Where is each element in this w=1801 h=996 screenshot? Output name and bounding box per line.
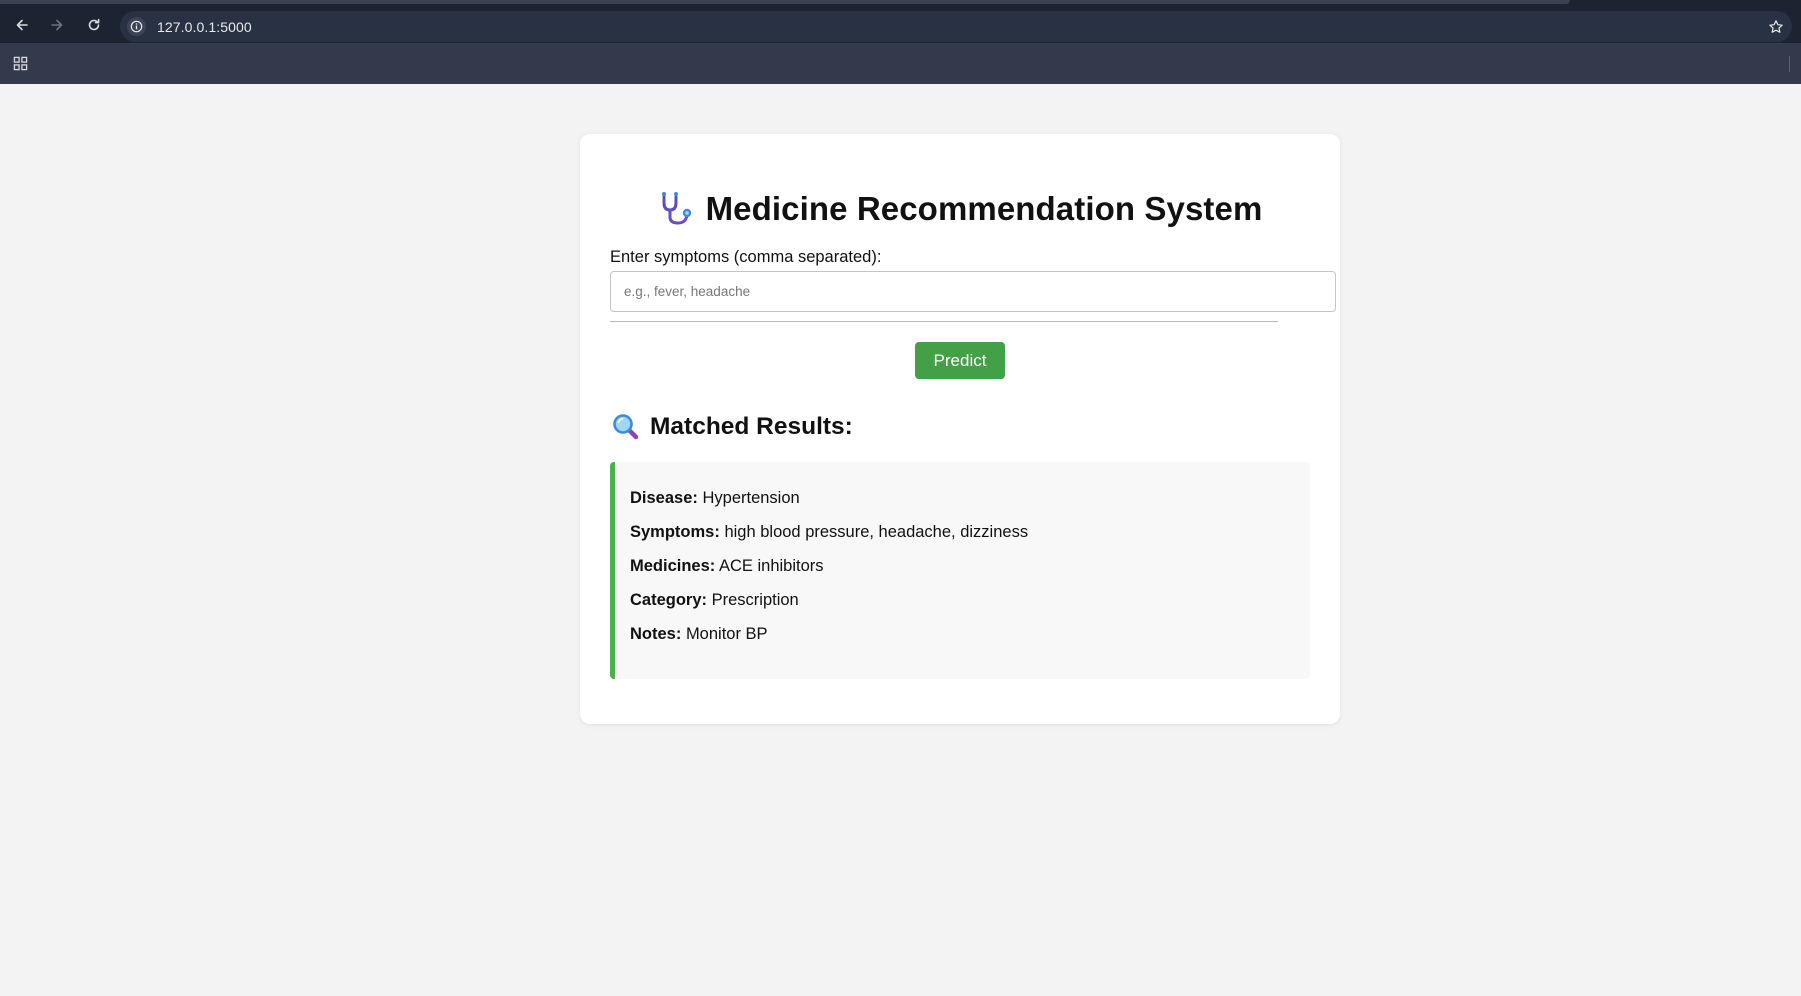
medicines-row: Medicines: ACE inhibitors xyxy=(630,557,824,576)
apps-icon[interactable] xyxy=(10,53,30,73)
disease-row: Disease: Hypertension xyxy=(630,489,800,508)
notes-label: Notes: xyxy=(630,625,682,643)
info-icon[interactable] xyxy=(127,17,146,36)
disease-label: Disease: xyxy=(630,489,698,507)
disease-value: Hypertension xyxy=(702,489,800,507)
predict-button[interactable]: Predict xyxy=(915,342,1005,379)
result-card: Disease: Hypertension Symptoms: high blo… xyxy=(610,462,1310,679)
category-label: Category: xyxy=(630,591,708,609)
bookmarks-separator xyxy=(1789,56,1790,72)
reload-icon[interactable] xyxy=(81,12,107,38)
title-row: Medicine Recommendation System xyxy=(580,190,1340,228)
address-bar[interactable]: 127.0.0.1:5000 xyxy=(120,11,1792,42)
url-text[interactable]: 127.0.0.1:5000 xyxy=(157,19,252,35)
browser-toolbar: 127.0.0.1:5000 xyxy=(0,6,1801,43)
medicines-label: Medicines: xyxy=(630,557,716,575)
browser-tab[interactable] xyxy=(0,0,1570,4)
divider xyxy=(610,321,1278,322)
symptoms-input[interactable] xyxy=(610,271,1336,312)
back-icon[interactable] xyxy=(9,12,35,38)
medicines-value: ACE inhibitors xyxy=(718,557,824,575)
stethoscope-icon xyxy=(658,191,694,227)
magnifying-glass-icon xyxy=(612,413,640,441)
symptoms-value: high blood pressure, headache, dizziness xyxy=(724,523,1029,541)
symptoms-label: Enter symptoms (comma separated): xyxy=(610,248,882,266)
notes-value: Monitor BP xyxy=(685,625,768,643)
category-value: Prescription xyxy=(711,591,799,609)
bookmarks-bar xyxy=(0,43,1801,84)
category-row: Category: Prescription xyxy=(630,591,799,610)
results-title: Matched Results: xyxy=(650,413,853,440)
star-icon[interactable] xyxy=(1766,17,1786,37)
recommendation-card: Medicine Recommendation System Enter sym… xyxy=(580,134,1340,724)
results-heading: Matched Results: xyxy=(612,413,853,441)
page-title: Medicine Recommendation System xyxy=(705,190,1263,227)
notes-row: Notes: Monitor BP xyxy=(630,625,768,644)
symptoms-label: Symptoms: xyxy=(630,523,720,541)
symptoms-row: Symptoms: high blood pressure, headache,… xyxy=(630,523,1028,542)
forward-icon[interactable] xyxy=(44,12,70,38)
